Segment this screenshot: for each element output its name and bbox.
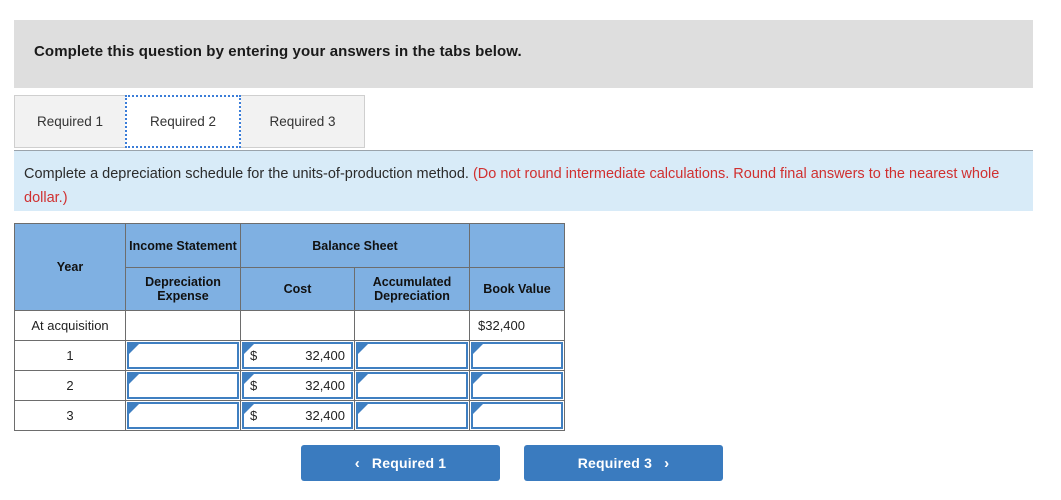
book-value-input-1[interactable] xyxy=(471,342,563,369)
input-value: $ 32,400 xyxy=(244,374,351,397)
input-value xyxy=(129,344,237,367)
table-header-row-1: Year Income Statement Balance Sheet xyxy=(14,223,565,311)
table-row: At acquisition $ 32,400 xyxy=(14,310,565,341)
chevron-right-icon: › xyxy=(664,454,670,472)
instruction-panel: Complete a depreciation schedule for the… xyxy=(14,150,1033,211)
book-value-input-3[interactable] xyxy=(471,402,563,429)
input-value xyxy=(473,374,561,397)
input-value xyxy=(129,374,237,397)
col-header-balance-sheet-spacer xyxy=(469,223,565,268)
cost-input-1[interactable]: $ 32,400 xyxy=(242,342,353,369)
book-value-input-2[interactable] xyxy=(471,372,563,399)
cell-year: 3 xyxy=(14,400,126,431)
col-header-cost: Cost xyxy=(240,267,355,311)
cell-accumulated-depreciation xyxy=(354,340,470,371)
accumulated-depreciation-input-1[interactable] xyxy=(356,342,468,369)
table-head: Year Income Statement Balance Sheet Depr… xyxy=(14,223,565,311)
depreciation-expense-input-3[interactable] xyxy=(127,402,239,429)
tab-required-1-label: Required 1 xyxy=(36,114,104,129)
col-header-depreciation-expense: Depreciation Expense xyxy=(125,267,241,311)
depreciation-schedule-table: Year Income Statement Balance Sheet Depr… xyxy=(14,223,565,431)
cell-year: At acquisition xyxy=(14,310,126,341)
accumulated-depreciation-input-2[interactable] xyxy=(356,372,468,399)
prev-required-button-label: Required 1 xyxy=(371,455,447,471)
cell-cost xyxy=(240,310,355,341)
depreciation-expense-input-2[interactable] xyxy=(127,372,239,399)
cell-cost: $ 32,400 xyxy=(240,370,355,401)
cell-accumulated-depreciation xyxy=(354,400,470,431)
cell-book-value xyxy=(469,370,565,401)
amount-text: 32,400 xyxy=(305,348,345,363)
input-value: $ 32,400 xyxy=(244,404,351,427)
table-row: 2 $ 32,400 xyxy=(14,370,565,401)
input-value xyxy=(473,344,561,367)
cell-book-value xyxy=(469,400,565,431)
tab-required-2-label: Required 2 xyxy=(149,114,217,129)
amount-text: 32,400 xyxy=(305,408,345,423)
col-header-year: Year xyxy=(14,223,126,311)
cell-cost: $ 32,400 xyxy=(240,400,355,431)
cell-depreciation-expense xyxy=(125,370,241,401)
instruction-main: Complete a depreciation schedule for the… xyxy=(24,166,469,182)
col-header-balance-sheet: Balance Sheet xyxy=(240,223,470,268)
cell-book-value xyxy=(469,340,565,371)
input-value xyxy=(358,404,466,427)
currency-symbol: $ xyxy=(250,408,258,423)
cell-cost: $ 32,400 xyxy=(240,340,355,371)
col-header-book-value: Book Value xyxy=(469,267,565,311)
depreciation-expense-input-1[interactable] xyxy=(127,342,239,369)
cell-depreciation-expense xyxy=(125,400,241,431)
tab-required-3-label: Required 3 xyxy=(269,114,336,129)
currency-symbol: $ xyxy=(478,318,486,333)
cost-input-2[interactable]: $ 32,400 xyxy=(242,372,353,399)
input-value xyxy=(129,404,237,427)
table-row: 1 $ 32,400 xyxy=(14,340,565,371)
book-value-readonly: $ 32,400 xyxy=(472,311,562,340)
currency-symbol: $ xyxy=(250,378,258,393)
col-header-accumulated-depreciation: Accumulated Depreciation xyxy=(354,267,470,311)
amount-text: 32,400 xyxy=(305,378,345,393)
next-required-button-label: Required 3 xyxy=(577,455,653,471)
accumulated-depreciation-input-3[interactable] xyxy=(356,402,468,429)
table-body: At acquisition $ 32,400 1 $ 32,400 2 $ 3… xyxy=(14,310,565,431)
input-value xyxy=(358,374,466,397)
cell-book-value: $ 32,400 xyxy=(469,310,565,341)
cell-accumulated-depreciation xyxy=(354,370,470,401)
currency-symbol: $ xyxy=(250,348,258,363)
chevron-left-icon: ‹ xyxy=(354,454,360,472)
requirement-tabs: Required 1 Required 2 Required 3 xyxy=(14,95,365,148)
cell-accumulated-depreciation xyxy=(354,310,470,341)
tab-required-2[interactable]: Required 2 xyxy=(125,95,241,148)
col-header-income-statement: Income Statement xyxy=(125,223,241,268)
cell-year: 2 xyxy=(14,370,126,401)
cell-year: 1 xyxy=(14,340,126,371)
amount-text: 32,400 xyxy=(485,318,525,333)
next-required-button[interactable]: Required 3 › xyxy=(524,445,723,481)
instruction-text: Complete a depreciation schedule for the… xyxy=(24,162,1014,210)
question-banner: Complete this question by entering your … xyxy=(14,20,1033,88)
input-value: $ 32,400 xyxy=(244,344,351,367)
input-value xyxy=(473,404,561,427)
tab-required-1[interactable]: Required 1 xyxy=(14,95,126,148)
banner-text: Complete this question by entering your … xyxy=(34,43,522,60)
table-row: 3 $ 32,400 xyxy=(14,400,565,431)
tab-required-3[interactable]: Required 3 xyxy=(240,95,365,148)
input-value xyxy=(358,344,466,367)
cell-depreciation-expense xyxy=(125,310,241,341)
cell-depreciation-expense xyxy=(125,340,241,371)
cost-input-3[interactable]: $ 32,400 xyxy=(242,402,353,429)
prev-required-button[interactable]: ‹ Required 1 xyxy=(301,445,500,481)
